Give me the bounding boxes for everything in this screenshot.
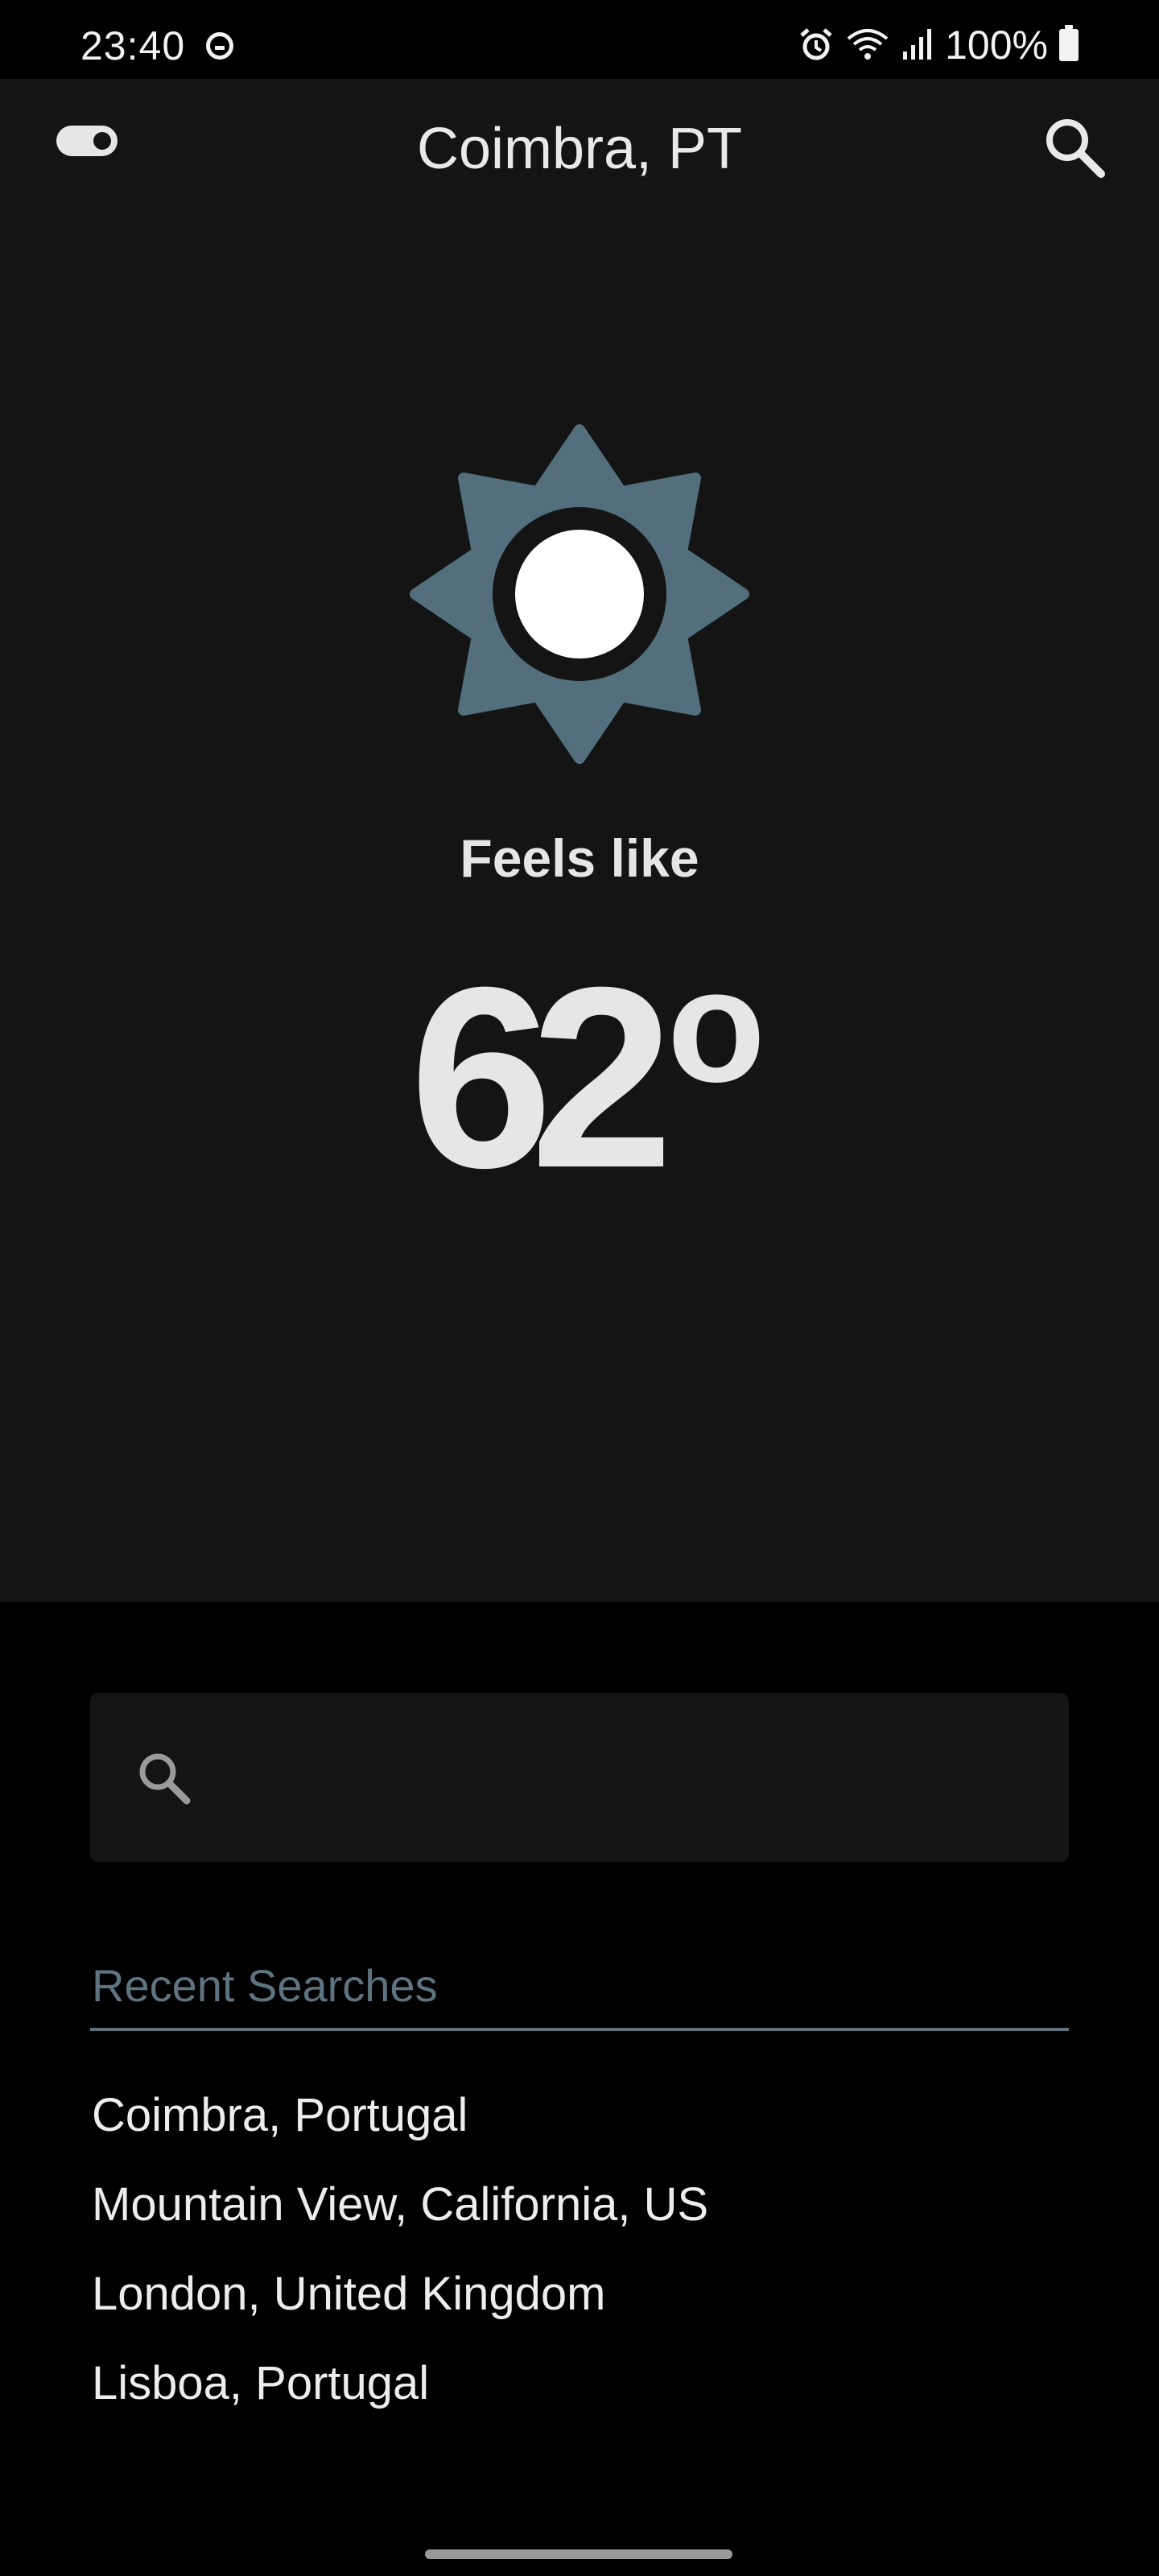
recent-search-item[interactable]: London, United Kingdom (92, 2264, 708, 2353)
recent-search-item[interactable]: Mountain View, California, US (92, 2174, 708, 2264)
do-not-disturb-icon (206, 32, 233, 60)
search-box[interactable] (90, 1693, 1069, 1862)
page-title: Coimbra, PT (416, 117, 743, 181)
degree-symbol: o (666, 936, 766, 1116)
search-icon (139, 1753, 191, 1805)
recent-search-item[interactable]: Coimbra, Portugal (92, 2085, 708, 2174)
battery-icon (1059, 25, 1079, 61)
alarm-icon (800, 28, 832, 60)
sun-icon (410, 424, 749, 764)
weather-panel: Coimbra, PT Feels like 62 o (0, 79, 1159, 1602)
recent-searches-list: Coimbra, Portugal Mountain View, Califor… (92, 2085, 708, 2442)
feels-like-label: Feels like (460, 828, 699, 888)
status-bar: 23:40 100% (0, 0, 1159, 79)
recent-searches-heading: Recent Searches (92, 1960, 438, 2011)
status-time: 23:40 (80, 23, 186, 68)
home-indicator[interactable] (425, 2549, 732, 2559)
search-input[interactable] (219, 1725, 1043, 1831)
signal-icon (903, 29, 932, 60)
battery-percent: 100% (945, 23, 1048, 68)
search-icon[interactable] (1038, 111, 1111, 184)
recent-search-item[interactable]: Lisboa, Portugal (92, 2353, 708, 2442)
temperature-value: 62 (409, 933, 674, 1221)
status-icons: 100% (798, 23, 1079, 68)
wifi-icon (847, 29, 889, 60)
divider (90, 2028, 1069, 2031)
temperature-display: 62 o (0, 936, 1159, 1206)
